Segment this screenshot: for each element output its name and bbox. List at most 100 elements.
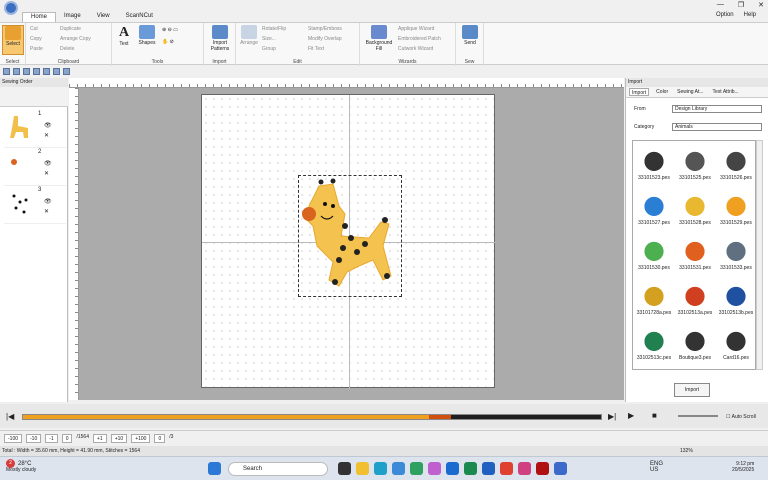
paste-button[interactable]: Paste (30, 46, 43, 52)
sewing-item[interactable]: 2 👁 ✕ (4, 148, 66, 186)
sewing-item[interactable]: 1 👁 ✕ (4, 110, 66, 148)
library-item[interactable]: 33102513c.pes (634, 323, 674, 368)
library-item[interactable]: 33101526.pes (716, 143, 756, 188)
undo-icon[interactable] (33, 68, 40, 75)
duplicate-button[interactable]: Duplicate (60, 26, 81, 32)
zoom-level[interactable]: 132% (680, 448, 693, 454)
step-plus10[interactable]: +10 (110, 434, 128, 443)
speed-slider[interactable] (678, 415, 718, 417)
library-item[interactable]: 33101533.pes (716, 233, 756, 278)
library-item[interactable]: 33101529.pes (716, 188, 756, 233)
outlook-icon[interactable] (446, 462, 459, 475)
import-patterns-button[interactable]: Import Patterns (206, 25, 234, 52)
help-menu[interactable]: Help (744, 12, 756, 18)
copy-button[interactable]: Copy (30, 36, 42, 42)
skip-back-icon[interactable]: |◀ (6, 412, 14, 421)
tab-text-attributes[interactable]: Text Attrib... (711, 88, 741, 96)
lang2[interactable]: US (650, 467, 658, 473)
library-item[interactable]: Card16.pes (716, 323, 756, 368)
powerpoint-icon[interactable] (518, 462, 531, 475)
step-plus1[interactable]: +1 (93, 434, 107, 443)
cut-button[interactable]: Cut (30, 26, 38, 32)
library-item[interactable]: 33101531.pes (675, 233, 715, 278)
new-icon[interactable] (3, 68, 10, 75)
sewing-order-toolbar[interactable] (0, 87, 68, 97)
delete-button[interactable]: Delete (60, 46, 74, 52)
tab-view[interactable]: View (89, 12, 118, 22)
chrome-icon[interactable] (500, 462, 513, 475)
tab-color[interactable]: Color (654, 88, 670, 96)
auto-scroll-checkbox[interactable]: ☐ Auto Scroll (726, 414, 756, 420)
library-item[interactable]: 33101525.pes (675, 143, 715, 188)
tab-image[interactable]: Image (56, 12, 89, 22)
print-icon[interactable] (53, 68, 60, 75)
option-menu[interactable]: Option (716, 12, 734, 18)
arrange-copy-button[interactable]: Arrange Copy (60, 36, 91, 42)
file-explorer-icon[interactable] (356, 462, 369, 475)
redo-icon[interactable] (43, 68, 50, 75)
tab-sewing-attributes[interactable]: Sewing At... (675, 88, 705, 96)
remove-icon[interactable]: ✕ (44, 170, 49, 177)
select-button[interactable]: Select (2, 25, 24, 55)
import-button[interactable]: Import (674, 383, 710, 397)
visibility-icon[interactable]: 👁 (44, 160, 52, 167)
design-canvas[interactable] (79, 88, 624, 400)
library-scrollbar[interactable] (756, 140, 763, 370)
app-logo-icon[interactable] (4, 1, 18, 15)
minimize-icon[interactable]: — (717, 1, 724, 9)
embroidery-app-icon[interactable] (554, 462, 567, 475)
remove-icon[interactable]: ✕ (44, 132, 49, 139)
library-item[interactable]: 33102513a.pes (675, 278, 715, 323)
pan-icon[interactable]: ✋ ⊘ (162, 39, 174, 45)
size-button[interactable]: Size... (262, 36, 276, 42)
background-fill-button[interactable]: Background Fill (362, 25, 396, 52)
skip-forward-icon[interactable]: ▶| (608, 412, 616, 421)
stitch-progress-bar[interactable] (22, 414, 602, 420)
close-icon[interactable]: ✕ (758, 1, 764, 9)
arrange-button[interactable]: Arrange (238, 25, 260, 46)
shapes-button[interactable]: Shapes (136, 25, 158, 46)
sewing-order-toolbar-2[interactable] (0, 97, 68, 107)
tab-home[interactable]: Home (22, 12, 57, 22)
category-dropdown[interactable]: Animals (672, 123, 762, 131)
windows-start-icon[interactable] (208, 462, 221, 475)
copilot-icon[interactable] (428, 462, 441, 475)
task-view-icon[interactable] (338, 462, 351, 475)
from-dropdown[interactable]: Design Library (672, 105, 762, 113)
send-button[interactable]: Send (458, 25, 482, 46)
embroidery-hoop-page[interactable] (201, 94, 496, 389)
weather-widget[interactable]: 2 28°C Mostly cloudy (6, 459, 36, 473)
sewing-item[interactable]: 3 👁 ✕ (4, 186, 66, 224)
library-item[interactable]: 33101530.pes (634, 233, 674, 278)
taskbar-search[interactable]: Search (228, 462, 328, 476)
group-button[interactable]: Group (262, 46, 276, 52)
applique-wizard-button[interactable]: Applique Wizard (398, 26, 434, 32)
help-icon[interactable] (63, 68, 70, 75)
word-icon[interactable] (482, 462, 495, 475)
edge-icon[interactable] (374, 462, 387, 475)
stop-icon[interactable]: ■ (652, 411, 657, 420)
modify-overlap-button[interactable]: Modify Overlap (308, 36, 342, 42)
step-minus10[interactable]: -10 (26, 434, 42, 443)
clock[interactable]: 9:12 pm 20/5/2025 (732, 461, 754, 473)
stitch-position-input[interactable]: 0 (61, 434, 73, 443)
library-item[interactable]: 33101527.pes (634, 188, 674, 233)
step-minus1[interactable]: -1 (45, 434, 58, 443)
tab-import[interactable]: Import (629, 88, 650, 96)
library-item[interactable]: 33102513b.pes (716, 278, 756, 323)
step-plus100[interactable]: +100 (131, 434, 151, 443)
step-minus100[interactable]: -100 (4, 434, 23, 443)
open-icon[interactable] (13, 68, 20, 75)
text-button[interactable]: A Text (114, 25, 134, 47)
maximize-icon[interactable]: ❐ (738, 1, 744, 9)
visibility-icon[interactable]: 👁 (44, 122, 52, 129)
tab-scanncut[interactable]: ScanNCut (118, 12, 161, 22)
app-icon-green[interactable] (410, 462, 423, 475)
zoom-in-icon[interactable]: ⊕ ⊖ ▭ (162, 27, 178, 33)
play-icon[interactable]: ▶ (628, 411, 634, 420)
dw-app-icon[interactable] (536, 462, 549, 475)
fit-text-button[interactable]: Fit Text (308, 46, 324, 52)
library-item[interactable]: 33101528.pes (675, 188, 715, 233)
library-item[interactable]: 33101728a.pes (634, 278, 674, 323)
store-icon[interactable] (392, 462, 405, 475)
